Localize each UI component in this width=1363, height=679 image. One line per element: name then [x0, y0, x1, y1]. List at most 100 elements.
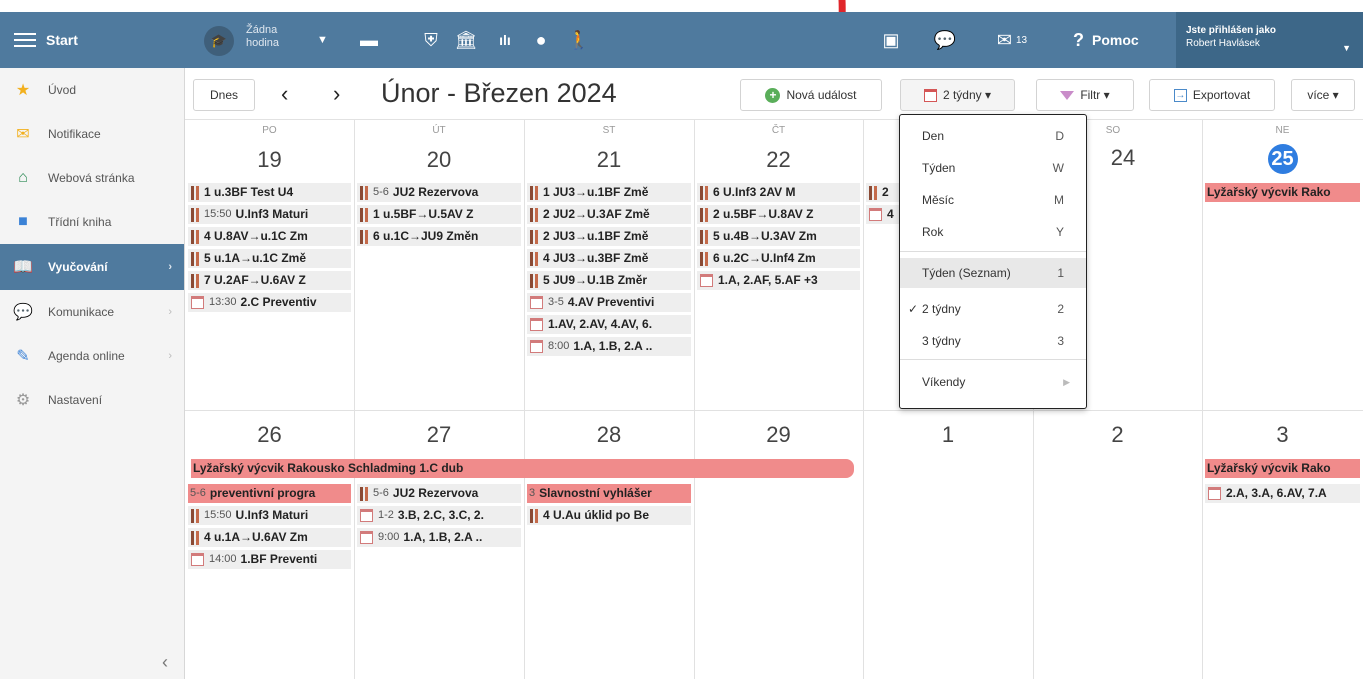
- calendar-event[interactable]: 5 JU9→U.1B Změr: [527, 271, 691, 290]
- day-number[interactable]: 19: [185, 147, 354, 173]
- calendar-event[interactable]: 5-6 preventivní progra: [188, 484, 351, 503]
- calendar-event[interactable]: 1 JU3→u.1BF Změ: [527, 183, 691, 202]
- messages-button[interactable]: ✉ 13: [986, 12, 1038, 68]
- sidebar-item-komunikace[interactable]: 💬 Komunikace ›: [0, 290, 184, 334]
- prev-period-button[interactable]: ‹: [281, 80, 288, 108]
- calendar-event[interactable]: 2.A, 3.A, 6.AV, 7.A: [1205, 484, 1360, 503]
- sidebar-item-tridni-kniha[interactable]: ■ Třídní kniha: [0, 200, 184, 244]
- sidebar-item-vyucovani[interactable]: 📖 Vyučování ›: [0, 244, 184, 290]
- view-option-label: Týden (Seznam): [922, 266, 1011, 280]
- sidebar-item-webova-stranka[interactable]: ⌂ Webová stránka: [0, 156, 184, 200]
- home-icon: ⌂: [18, 169, 28, 186]
- people-walking-icon[interactable]: 🚶: [566, 12, 592, 68]
- calendar-event[interactable]: 1.A, 2.AF, 5.AF +3: [697, 271, 860, 290]
- sidebar-item-uvod[interactable]: ★ Úvod: [0, 68, 184, 112]
- calendar-event[interactable]: 4 U.8AV→u.1C Zm: [188, 227, 351, 246]
- view-option-2[interactable]: Týden W: [900, 153, 1086, 183]
- calendar-event[interactable]: 13:30 2.C Preventiv: [188, 293, 351, 312]
- calendar-event[interactable]: 6 U.Inf3 2AV M: [697, 183, 860, 202]
- sidebar-item-agenda-online[interactable]: ✎ Agenda online ›: [0, 334, 184, 378]
- bar-chart-icon[interactable]: ılı: [492, 12, 518, 68]
- calendar-event[interactable]: 2 JU3→u.1BF Změ: [527, 227, 691, 246]
- filter-button[interactable]: Filtr ▾: [1036, 79, 1134, 111]
- institution-icon[interactable]: 🏛: [453, 12, 479, 68]
- chat-bubbles-icon[interactable]: 💬: [930, 12, 960, 68]
- view-option-5[interactable]: Týden (Seznam) 1: [900, 258, 1086, 288]
- view-select-button[interactable]: 2 týdny ▾: [900, 79, 1015, 111]
- day-number[interactable]: 25: [1202, 144, 1363, 174]
- today-button[interactable]: Dnes: [193, 79, 255, 111]
- calendar-event[interactable]: 5-6 JU2 Rezervova: [357, 484, 521, 503]
- lesson-selector-line2: hodina: [246, 37, 280, 49]
- calendar-event[interactable]: 5 u.4B→U.3AV Zm: [697, 227, 860, 246]
- palette-icon[interactable]: ●: [528, 12, 554, 68]
- today-label: Dnes: [209, 88, 238, 102]
- day-number[interactable]: 20: [354, 147, 524, 173]
- calendar-event[interactable]: 6 u.2C→U.Inf4 Zm: [697, 249, 860, 268]
- day-number[interactable]: 3: [1202, 422, 1363, 448]
- calendar-event[interactable]: 2 u.5BF→U.8AV Z: [697, 205, 860, 224]
- day-number[interactable]: 26: [185, 422, 354, 448]
- calendar-event[interactable]: 4 U.Au úklid po Be: [527, 506, 691, 525]
- calendar-event[interactable]: 4 JU3→u.3BF Změ: [527, 249, 691, 268]
- calendar-event[interactable]: 15:50 U.Inf3 Maturi: [188, 205, 351, 224]
- calendar-event[interactable]: 1-2 3.B, 2.C, 3.C, 2.: [357, 506, 521, 525]
- collapse-sidebar-icon[interactable]: ‹: [162, 652, 168, 673]
- new-event-button[interactable]: + Nová událost: [740, 79, 882, 111]
- calendar-event[interactable]: 15:50 U.Inf3 Maturi: [188, 506, 351, 525]
- user-menu[interactable]: Jste přihlášen jako Robert Havlásek ▼: [1176, 12, 1363, 68]
- start-label: Start: [46, 32, 78, 48]
- calendar-event[interactable]: 3 Slavnostní vyhlášer: [527, 484, 691, 503]
- calendar-event[interactable]: Lyžařský výcvik Rako: [1205, 459, 1360, 478]
- export-button[interactable]: → Exportovat: [1149, 79, 1275, 111]
- help-button[interactable]: ? Pomoc: [1073, 12, 1139, 68]
- day-number[interactable]: 21: [524, 147, 694, 173]
- calendar-event[interactable]: 5-6 JU2 Rezervova: [357, 183, 521, 202]
- day-number[interactable]: 29: [694, 422, 863, 448]
- view-option-4[interactable]: Rok Y: [900, 217, 1086, 247]
- calendar-event[interactable]: 8:00 1.A, 1.B, 2.A ..: [527, 337, 691, 356]
- day-number[interactable]: 28: [524, 422, 694, 448]
- calendar-event[interactable]: 5 u.1A→u.1C Změ: [188, 249, 351, 268]
- spanning-event[interactable]: Lyžařský výcvik Rakousko Schladming 1.C …: [191, 459, 854, 478]
- more-button[interactable]: více ▾: [1291, 79, 1355, 111]
- calendar-add-icon[interactable]: ▣: [878, 12, 904, 68]
- day-number[interactable]: 24: [1103, 145, 1143, 171]
- calendar-event[interactable]: 1 u.5BF→U.5AV Z: [357, 205, 521, 224]
- day-number[interactable]: 22: [694, 147, 863, 173]
- view-option-3[interactable]: Měsíc M: [900, 185, 1086, 215]
- calendar-event[interactable]: 3-5 4.AV Preventivi: [527, 293, 691, 312]
- event-title: Lyžařský výcvik Rako: [1207, 461, 1331, 475]
- lesson-selector[interactable]: Žádna hodina: [246, 24, 279, 50]
- day-number[interactable]: 2: [1033, 422, 1202, 448]
- top-bar: Start 🎓 Žádna hodina ▼ ▬ ⛨ 🏛 ılı ● 🚶 ▣ 💬…: [0, 12, 1363, 68]
- briefcase-icon[interactable]: ▬: [356, 12, 382, 68]
- view-option-label: Týden: [922, 161, 956, 175]
- view-option-1[interactable]: Den D: [900, 121, 1086, 151]
- event-time: 1-2: [378, 509, 394, 521]
- day-number[interactable]: 27: [354, 422, 524, 448]
- calendar-event[interactable]: 14:00 1.BF Preventi: [188, 550, 351, 569]
- sidebar-item-label: Notifikace: [48, 127, 101, 141]
- view-option-8[interactable]: Víkendy ▶: [900, 367, 1086, 397]
- calendar-event[interactable]: 1 u.3BF Test U4: [188, 183, 351, 202]
- graduation-cap-icon[interactable]: 🎓: [204, 26, 234, 56]
- view-option-6[interactable]: ✓ 2 týdny 2: [900, 294, 1086, 324]
- calendar-event[interactable]: 2 JU2→U.3AF Změ: [527, 205, 691, 224]
- sidebar-item-notifikace[interactable]: ✉ Notifikace: [0, 112, 184, 156]
- today-marker[interactable]: 25: [1267, 144, 1298, 174]
- calendar-event[interactable]: 6 u.1C→JU9 Změn: [357, 227, 521, 246]
- calendar-event[interactable]: 7 U.2AF→U.6AV Z: [188, 271, 351, 290]
- calendar-event[interactable]: 4 u.1A→U.6AV Zm: [188, 528, 351, 547]
- sidebar-item-nastaveni[interactable]: ⚙ Nastavení: [0, 378, 184, 422]
- view-option-7[interactable]: 3 týdny 3: [900, 326, 1086, 356]
- shield-icon[interactable]: ⛨: [418, 12, 444, 68]
- start-menu-button[interactable]: Start: [14, 12, 78, 68]
- calendar-event[interactable]: Lyžařský výcvik Rako: [1205, 183, 1360, 202]
- calendar-event[interactable]: 9:00 1.A, 1.B, 2.A ..: [357, 528, 521, 547]
- event-title: 2 JU3→u.1BF Změ: [543, 229, 649, 243]
- day-number[interactable]: 1: [863, 422, 1033, 448]
- calendar-event[interactable]: 1.AV, 2.AV, 4.AV, 6.: [527, 315, 691, 334]
- next-period-button[interactable]: ›: [333, 80, 340, 108]
- caret-down-icon[interactable]: ▼: [317, 34, 328, 46]
